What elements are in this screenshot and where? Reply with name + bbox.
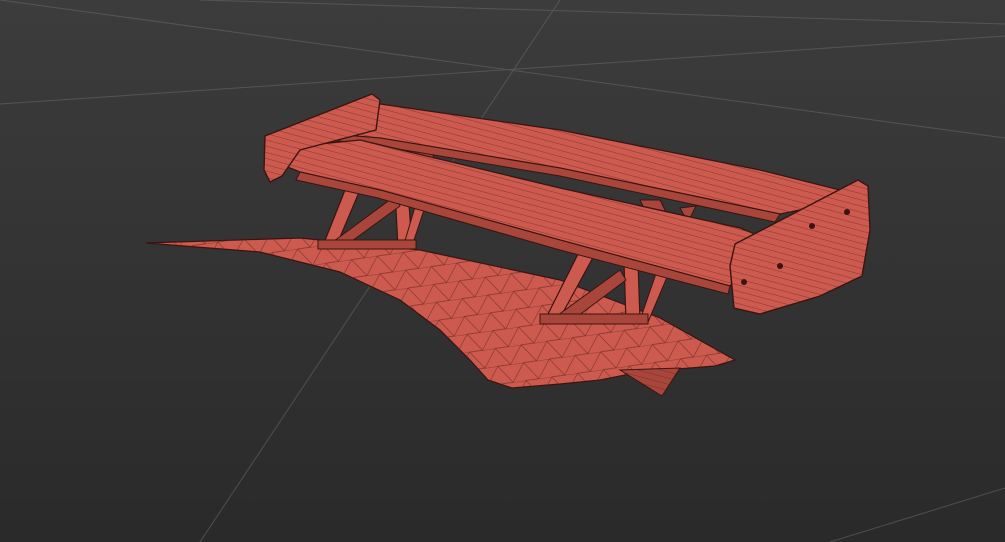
viewport-canvas[interactable] [0,0,1005,542]
endplate-bolt [777,263,783,269]
3d-viewport[interactable] [0,0,1005,542]
endplate-bolt [844,209,850,215]
endplate-bolt [809,223,815,229]
endplate-bolt [741,279,747,285]
